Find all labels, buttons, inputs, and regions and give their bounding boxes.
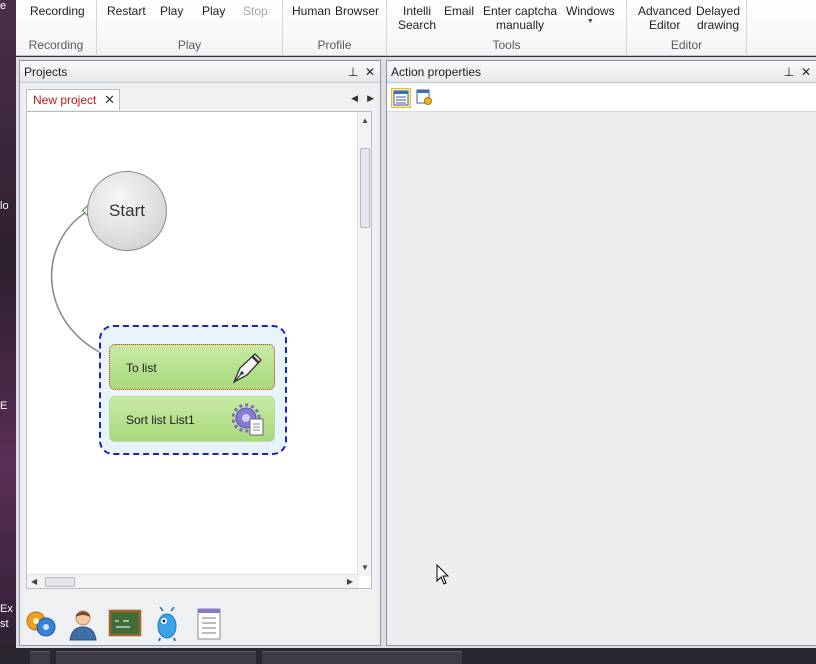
blackboard-icon[interactable] — [108, 607, 142, 641]
desktop-fragment: Ex — [0, 603, 13, 615]
desktop-fragment: lo — [0, 200, 9, 212]
gear-document-icon — [232, 403, 264, 436]
desktop-fragment: e — [0, 0, 7, 12]
project-canvas[interactable]: Start To list Sort list List1 ▲ ▼ ◀ ▶ — [26, 111, 372, 589]
restart-button[interactable]: Restart — [107, 4, 146, 18]
close-icon[interactable]: ✕ — [363, 65, 377, 79]
action-properties-toolbar — [387, 84, 816, 112]
intelli-search-button[interactable]: Intelli Search — [398, 4, 436, 32]
action-label: Sort list List1 — [126, 413, 195, 427]
browser-button[interactable]: Browser — [335, 4, 379, 18]
action-properties-pane: Action properties ⊥ ✕ — [386, 60, 816, 646]
ribbon-group-editor: Advanced Editor Delayed drawing Editor — [627, 0, 747, 56]
play-step-button[interactable]: Play — [202, 4, 225, 18]
close-icon[interactable]: ✕ — [799, 65, 813, 79]
chevron-down-icon: ▼ — [586, 18, 594, 25]
horizontal-scroll-thumb[interactable] — [45, 577, 75, 587]
workspace: Projects ⊥ ✕ New project ✕ ◀ ▶ Start To … — [16, 57, 816, 648]
taskbar-item[interactable] — [262, 651, 462, 664]
pin-icon[interactable]: ⊥ — [782, 65, 796, 79]
ribbon-group-tools: Intelli Search Email Enter captcha manua… — [387, 0, 627, 56]
tab-new-project[interactable]: New project ✕ — [26, 89, 120, 110]
play-button[interactable]: Play — [160, 4, 183, 18]
windows-label: Windows — [566, 4, 615, 18]
ribbon-group-recording: Recording Recording — [16, 0, 97, 56]
action-sort-list[interactable]: Sort list List1 — [109, 396, 275, 442]
vertical-scrollbar[interactable]: ▲ ▼ — [357, 112, 371, 576]
human-button[interactable]: Human — [292, 4, 331, 18]
document-list-icon[interactable] — [192, 607, 226, 641]
start-node[interactable]: Start — [87, 171, 167, 251]
vertical-scroll-thumb[interactable] — [360, 148, 370, 228]
windows-button[interactable]: Windows ▼ — [566, 4, 615, 26]
email-button[interactable]: Email — [444, 4, 474, 18]
scroll-left-icon[interactable]: ◀ — [31, 577, 37, 586]
action-to-list[interactable]: To list — [109, 344, 275, 390]
ribbon-group-label: Profile — [317, 38, 352, 52]
properties-grid-button[interactable] — [391, 88, 411, 108]
tab-scroll-left-icon[interactable]: ◀ — [351, 93, 358, 104]
tab-close-icon[interactable]: ✕ — [104, 90, 115, 110]
document-tabs: New project ✕ ◀ ▶ — [20, 84, 380, 110]
toolbox — [24, 605, 376, 643]
robot-icon[interactable] — [150, 607, 184, 641]
projects-title-text: Projects — [24, 65, 68, 79]
properties-settings-button[interactable] — [415, 88, 435, 108]
advanced-editor-button[interactable]: Advanced Editor — [638, 4, 691, 32]
properties-settings-icon — [416, 89, 432, 105]
ribbon: Recording Recording Restart Play Play St… — [16, 0, 816, 56]
recording-button[interactable]: Recording — [30, 4, 85, 18]
horizontal-scrollbar[interactable]: ◀ ▶ — [27, 574, 359, 588]
ribbon-group-play: Restart Play Play Stop Play — [97, 0, 283, 56]
pin-icon[interactable]: ⊥ — [346, 65, 360, 79]
stop-button[interactable]: Stop — [243, 4, 268, 18]
puzzle-icon[interactable] — [24, 607, 58, 641]
desktop-fragment: E — [0, 400, 8, 412]
enter-captcha-button[interactable]: Enter captcha manually — [483, 4, 557, 32]
tab-label: New project — [33, 93, 97, 107]
tab-scroll-right-icon[interactable]: ▶ — [367, 93, 374, 104]
action-properties-title-text: Action properties — [391, 65, 482, 79]
taskbar — [0, 648, 816, 664]
desktop-fragment: st — [0, 618, 9, 630]
action-properties-title: Action properties ⊥ ✕ — [387, 61, 816, 83]
properties-grid-icon — [393, 90, 409, 106]
ribbon-group-label: Editor — [670, 38, 703, 52]
scroll-right-icon[interactable]: ▶ — [347, 577, 353, 586]
ribbon-group-profile: Human Browser Profile — [283, 0, 387, 56]
delayed-drawing-button[interactable]: Delayed drawing — [696, 4, 740, 32]
projects-pane-title: Projects ⊥ ✕ — [20, 61, 380, 83]
human-icon[interactable] — [66, 607, 100, 641]
scroll-up-icon[interactable]: ▲ — [361, 116, 369, 125]
scroll-down-icon[interactable]: ▼ — [361, 563, 369, 572]
mouse-cursor-icon — [436, 564, 450, 585]
taskbar-item[interactable] — [30, 651, 50, 664]
action-label: To list — [126, 361, 157, 375]
ribbon-group-label: Recording — [28, 38, 84, 52]
ribbon-group-label: Tools — [492, 38, 521, 52]
pen-icon — [232, 353, 262, 384]
ribbon-group-label: Play — [177, 38, 202, 52]
desktop-edge: e lo E Ex st — [0, 0, 16, 664]
taskbar-item[interactable] — [56, 651, 256, 664]
projects-pane: Projects ⊥ ✕ New project ✕ ◀ ▶ Start To … — [19, 60, 381, 646]
action-group[interactable]: To list Sort list List1 — [99, 325, 287, 455]
